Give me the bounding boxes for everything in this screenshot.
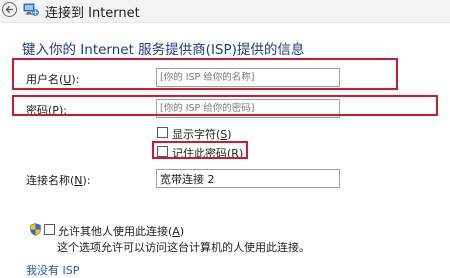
show-characters-checkbox[interactable] <box>157 127 168 138</box>
no-isp-link[interactable]: 我没有 ISP <box>26 262 79 278</box>
uac-shield-icon <box>30 223 41 236</box>
password-input[interactable] <box>156 99 340 118</box>
network-connection-icon <box>23 3 39 16</box>
connection-name-input[interactable] <box>156 169 340 188</box>
back-arrow-icon <box>5 6 13 13</box>
password-label: 密码(P): <box>26 104 67 117</box>
title-bar: 连接到 Internet <box>0 0 450 23</box>
show-characters-label: 显示字符(S) <box>172 128 232 141</box>
allow-others-label: 允许其他人使用此连接(A) <box>58 225 185 238</box>
page-heading: 键入你的 Internet 服务提供商(ISP)提供的信息 <box>22 42 305 58</box>
back-button[interactable] <box>2 2 17 17</box>
window-title: 连接到 Internet <box>45 6 140 21</box>
username-label: 用户名(U): <box>26 73 80 86</box>
allow-others-checkbox[interactable] <box>44 224 55 235</box>
remember-password-checkbox[interactable] <box>157 146 168 157</box>
connection-name-label: 连接名称(N): <box>26 174 91 187</box>
allow-others-description: 这个选项允许可以访问这台计算机的人使用此连接。 <box>57 241 310 254</box>
remember-password-label: 记住此密码(R) <box>172 147 244 160</box>
username-input[interactable] <box>156 68 340 87</box>
